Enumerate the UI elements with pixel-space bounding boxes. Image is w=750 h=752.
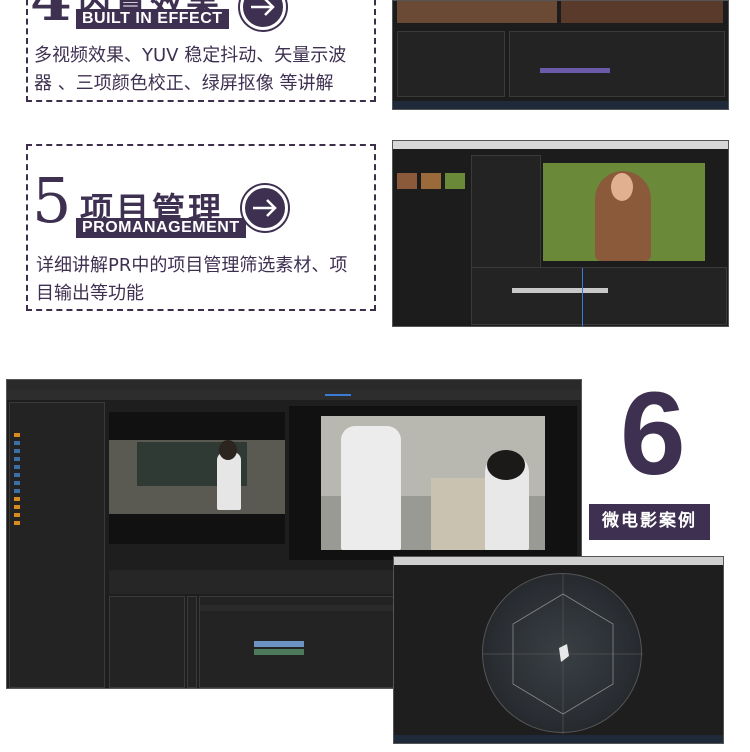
video-clip[interactable]	[254, 641, 304, 647]
screenshot-vectorscope	[393, 556, 724, 744]
section5-arrow-icon[interactable]	[242, 185, 288, 231]
timeline-panel-5	[471, 267, 727, 326]
thumb-3	[445, 173, 465, 189]
menu-bar	[393, 141, 728, 149]
scope-titlebar	[394, 557, 723, 565]
project-panel	[397, 31, 505, 97]
playhead[interactable]	[582, 268, 583, 326]
timeline-ruler	[200, 605, 400, 611]
preview-left	[397, 1, 557, 23]
book-stack	[431, 478, 491, 550]
active-tab-indicator[interactable]	[325, 394, 351, 396]
thumb-2	[421, 173, 441, 189]
section4-desc-line2: 器 、三项颜色校正、绿屏抠像 等讲解	[34, 73, 334, 94]
scope-taskbar	[394, 735, 723, 743]
source-monitor	[109, 412, 285, 544]
section5-desc-line1: 详细讲解PR中的项目管理筛选素材、项	[36, 255, 348, 276]
tools-panel	[187, 596, 197, 688]
section4-number: 4	[30, 0, 72, 35]
timeline-panel	[509, 31, 725, 97]
workspace-tabs	[7, 390, 581, 400]
student-hair	[487, 450, 525, 480]
preview-right	[561, 1, 723, 23]
section6-label: 微电影案例	[589, 504, 710, 540]
program-monitor	[543, 163, 705, 261]
audio-clip[interactable]	[254, 649, 304, 655]
standing-student	[341, 426, 401, 550]
thumb-1	[397, 173, 417, 189]
taskbar	[393, 101, 728, 109]
section4-desc-line1: 多视频效果、YUV 稳定抖动、矢量示波	[34, 45, 347, 66]
student-scene	[321, 416, 545, 550]
project-panel-6	[9, 402, 105, 688]
timeline-clip-5	[512, 288, 608, 293]
screenshot-project	[392, 140, 729, 327]
section5-desc-line2: 目输出等功能	[36, 283, 144, 304]
section5-number: 5	[32, 164, 72, 237]
actress-face	[611, 173, 633, 201]
screenshot-effects	[392, 0, 729, 110]
section4-title-en: BUILT IN EFFECT	[76, 9, 229, 29]
vectorscope-circle	[482, 573, 643, 734]
actor-head	[219, 440, 237, 460]
section6-number: 6	[620, 368, 686, 500]
classroom-scene	[109, 440, 285, 514]
folder-list	[14, 429, 102, 539]
actor-shirt	[217, 452, 241, 510]
timeline-panel-6	[199, 596, 400, 688]
timeline-clip	[540, 68, 610, 73]
section5-title-en: PROMANAGEMENT	[76, 218, 246, 238]
section4-arrow-icon[interactable]	[240, 0, 286, 30]
effects-bin	[109, 596, 185, 688]
title-bar	[7, 380, 581, 390]
program-monitor-6	[289, 406, 577, 560]
